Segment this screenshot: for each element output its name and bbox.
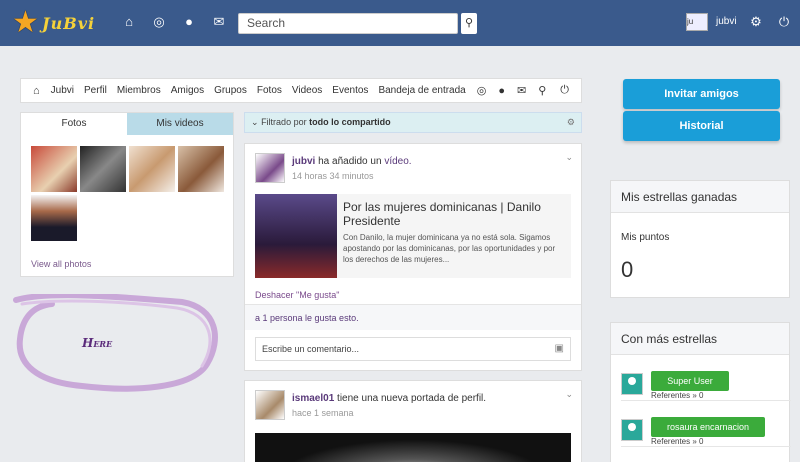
panel-title: Con más estrellas	[611, 323, 789, 355]
nav-item-eventos[interactable]: Eventos	[327, 85, 373, 96]
photo-thumbnail[interactable]	[129, 146, 175, 192]
camera-icon[interactable]: ▣	[555, 338, 564, 360]
nav-item-amigos[interactable]: Amigos	[166, 85, 209, 96]
tab-photos[interactable]: Fotos	[21, 113, 127, 135]
video-description: Con Danilo, la mujer dominicana ya no es…	[343, 233, 556, 264]
home-icon[interactable]: ⌂	[27, 85, 46, 97]
stars-earned-panel: Mis estrellas ganadas Mis puntos 0	[610, 180, 790, 298]
power-icon[interactable]: ⏻	[776, 14, 792, 30]
avatar[interactable]	[621, 419, 643, 441]
photo-thumbnail[interactable]	[31, 146, 77, 192]
comment-placeholder: Escribe un comentario...	[262, 344, 360, 354]
globe-icon[interactable]: ◎	[471, 84, 493, 97]
avatar[interactable]: ju	[686, 13, 708, 31]
scribble-annotation	[13, 294, 218, 392]
view-all-photos-link[interactable]: View all photos	[31, 259, 91, 269]
nav-item-perfil[interactable]: Perfil	[79, 85, 112, 96]
nav-item-inbox[interactable]: Bandeja de entrada	[373, 85, 470, 96]
points-value: 0	[621, 257, 634, 282]
photo-thumbnail[interactable]	[80, 146, 126, 192]
user-button[interactable]: Super User	[651, 371, 729, 391]
gear-icon[interactable]: ⚙	[748, 14, 764, 30]
post-verb: tiene una nueva portada de perfil.	[337, 393, 487, 404]
user-name-link[interactable]: jubvi	[716, 16, 737, 27]
points-label: Mis puntos	[621, 232, 670, 243]
globe-icon[interactable]: ◎	[151, 14, 167, 30]
annotation-label: Here	[82, 336, 113, 350]
mail-icon[interactable]: ✉	[211, 14, 227, 30]
filter-prefix: Filtrado por	[261, 117, 307, 127]
search-input[interactable]: Search	[238, 13, 458, 34]
photos-widget: Fotos Mis videos View all photos	[20, 112, 234, 277]
post-author[interactable]: ismael01	[292, 393, 334, 404]
nav-item-fotos[interactable]: Fotos	[252, 85, 287, 96]
avatar[interactable]	[621, 373, 643, 395]
chevron-down-icon[interactable]: ⌄	[565, 389, 573, 400]
list-item: Super User Referentes » 0	[621, 369, 791, 401]
cover-photo[interactable]	[255, 433, 571, 462]
post-time: hace 1 semana	[292, 408, 354, 418]
star-logo-icon: ★	[12, 6, 39, 39]
video-title[interactable]: Por las mujeres dominicanas | Danilo Pre…	[343, 200, 565, 228]
logo-text: JuBvi	[42, 14, 96, 33]
post-verb: ha añadido un	[318, 156, 382, 167]
photo-thumbnail[interactable]	[31, 195, 77, 241]
feed-filter[interactable]: ⌄ Filtrado por todo lo compartido ⚙	[244, 112, 582, 133]
home-icon[interactable]: ⌂	[121, 14, 137, 30]
top-bar: ★ JuBvi ⌂ ◎ ● ✉ Search ⚲ ju jubvi ⚙ ⏻	[0, 0, 800, 46]
nav-item-videos[interactable]: Videos	[287, 85, 327, 96]
feed-post: jubvi ha añadido un vídeo. 14 horas 34 m…	[244, 143, 582, 371]
main-nav: ⌂ Jubvi Perfil Miembros Amigos Grupos Fo…	[20, 78, 582, 103]
feed-post: ismael01 tiene una nueva portada de perf…	[244, 380, 582, 462]
nav-item-miembros[interactable]: Miembros	[112, 85, 166, 96]
site-logo[interactable]: ★ JuBvi	[12, 8, 104, 40]
chevron-down-icon: ⌄	[251, 117, 259, 127]
avatar[interactable]	[255, 390, 285, 420]
search-icon[interactable]: ⚲	[532, 84, 552, 97]
search-icon[interactable]: ⚲	[461, 13, 477, 34]
nav-item-grupos[interactable]: Grupos	[209, 85, 252, 96]
referrals-label: Referentes » 0	[651, 437, 704, 446]
video-thumbnail[interactable]	[255, 194, 337, 278]
likes-count[interactable]: a 1 persona le gusta esto.	[245, 304, 581, 330]
list-item: rosaura encarnacion Referentes » 0	[621, 415, 791, 447]
comment-input[interactable]: Escribe un comentario... ▣	[255, 337, 571, 361]
video-card[interactable]: Por las mujeres dominicanas | Danilo Pre…	[255, 194, 571, 278]
users-icon[interactable]: ●	[492, 85, 511, 97]
post-object-link[interactable]: vídeo.	[384, 156, 411, 167]
avatar[interactable]	[255, 153, 285, 183]
panel-title: Mis estrellas ganadas	[611, 181, 789, 213]
user-button[interactable]: rosaura encarnacion	[651, 417, 765, 437]
nav-item-jubvi[interactable]: Jubvi	[46, 85, 79, 96]
post-time: 14 horas 34 minutos	[292, 171, 374, 181]
photo-thumbnail[interactable]	[178, 146, 224, 192]
mail-icon[interactable]: ✉	[511, 84, 532, 97]
unlike-link[interactable]: Deshacer "Me gusta"	[255, 290, 339, 300]
filter-value: todo lo compartido	[309, 117, 391, 127]
power-icon[interactable]: ⏻	[554, 84, 575, 97]
post-author[interactable]: jubvi	[292, 156, 315, 167]
tab-my-videos[interactable]: Mis videos	[127, 113, 233, 135]
invite-friends-button[interactable]: Invitar amigos	[623, 79, 780, 109]
chevron-down-icon[interactable]: ⌄	[565, 152, 573, 163]
history-button[interactable]: Historial	[623, 111, 780, 141]
top-stars-panel: Con más estrellas Super User Referentes …	[610, 322, 791, 462]
gear-icon[interactable]: ⚙	[567, 113, 575, 132]
user-icon[interactable]: ●	[181, 14, 197, 30]
referrals-label: Referentes » 0	[651, 391, 704, 400]
